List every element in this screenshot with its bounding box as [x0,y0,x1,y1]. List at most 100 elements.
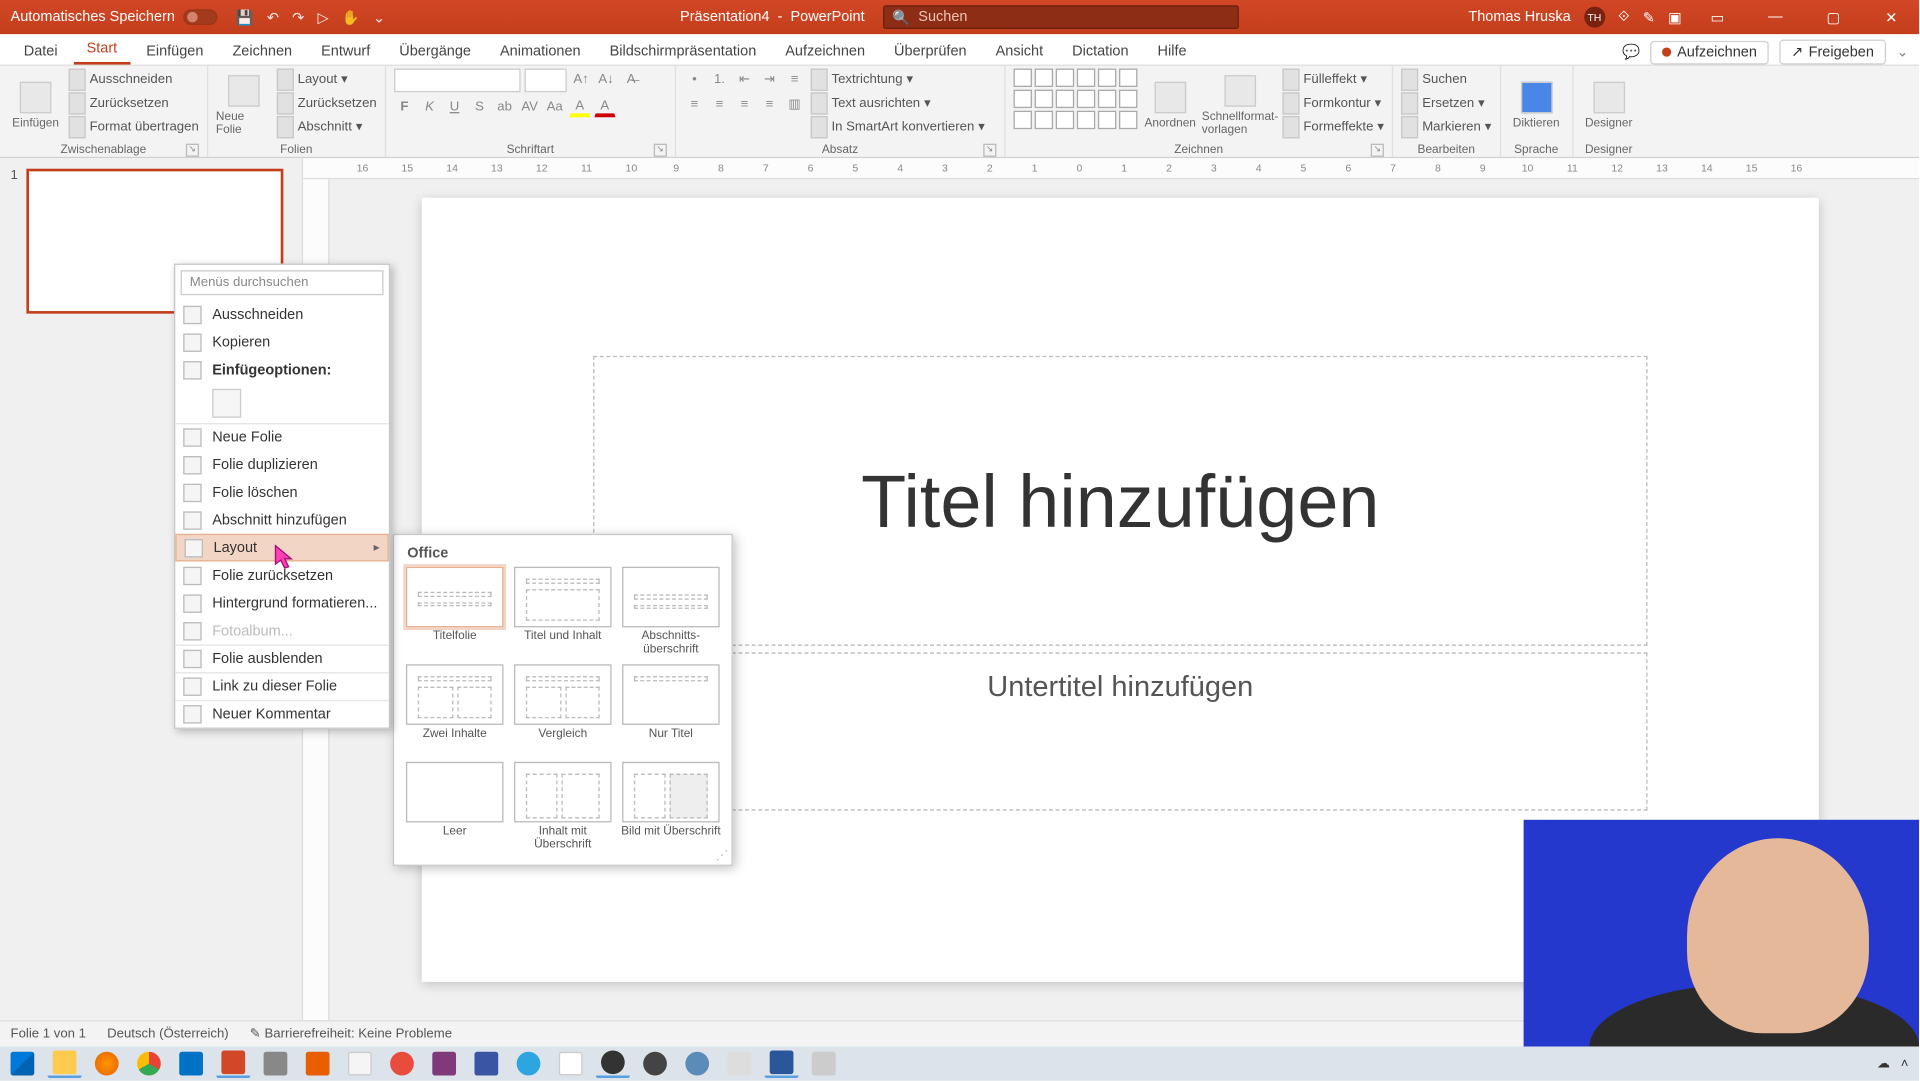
close-button[interactable]: ✕ [1869,0,1914,34]
layout-bild-ueberschrift[interactable]: Bild mit Überschrift [621,762,721,852]
start-slideshow-icon[interactable]: ▷ [317,9,328,26]
find-button[interactable]: Suchen [1401,69,1491,91]
clear-format-button[interactable]: A̶ [621,69,642,90]
align-right-button[interactable]: ≡ [734,94,755,115]
reset-button[interactable]: Zurücksetzen [69,92,199,114]
user-name[interactable]: Thomas Hruska [1468,9,1570,25]
tab-einfuegen[interactable]: Einfügen [133,38,217,64]
replace-button[interactable]: Ersetzen ▾ [1401,92,1491,114]
indent-dec-button[interactable]: ⇤ [734,69,755,90]
underline-button[interactable]: U [444,96,465,117]
tab-entwurf[interactable]: Entwurf [308,38,384,64]
ctx-hide-slide[interactable]: Folie ausblenden [175,645,389,673]
strike-button[interactable]: S [469,96,490,117]
layout-zwei-inhalte[interactable]: Zwei Inhalte [405,664,505,754]
tab-zeichnen[interactable]: Zeichnen [219,38,305,64]
layout-inhalt-ueberschrift[interactable]: Inhalt mit Überschrift [513,762,613,852]
coming-soon-icon[interactable]: ⟐ [1618,9,1629,26]
font-color-button[interactable]: A [594,96,615,117]
ctx-link-slide[interactable]: Link zu dieser Folie [175,672,389,700]
tb-app2[interactable] [343,1049,377,1078]
tb-app5[interactable] [638,1049,672,1078]
italic-button[interactable]: K [419,96,440,117]
tb-firefox[interactable] [90,1049,124,1078]
arrange-button[interactable]: Anordnen [1143,69,1198,143]
tab-dictation[interactable]: Dictation [1059,38,1142,64]
ctx-delete-slide[interactable]: Folie löschen [175,478,389,506]
user-avatar[interactable]: TH [1584,7,1605,28]
layout-abschnitt[interactable]: Abschnitts-überschrift [621,567,721,657]
tb-telegram[interactable] [511,1049,545,1078]
tab-ueberpruefen[interactable]: Überprüfen [881,38,980,64]
shadow-button[interactable]: ab [494,96,515,117]
tab-hilfe[interactable]: Hilfe [1144,38,1199,64]
paste-option-1[interactable] [212,389,241,418]
shape-outline-button[interactable]: Formkontur ▾ [1282,92,1384,114]
layout-vergleich[interactable]: Vergleich [513,664,613,754]
window-icon[interactable]: ▣ [1668,9,1682,26]
ctx-format-background[interactable]: Hintergrund formatieren... [175,589,389,617]
draw-launcher[interactable]: ↘ [1371,144,1384,157]
shrink-font-button[interactable]: A↓ [596,69,617,90]
save-icon[interactable]: 💾 [236,9,254,26]
tab-datei[interactable]: Datei [11,38,71,64]
line-spacing-button[interactable]: ≡ [784,69,805,90]
layout-leer[interactable]: Leer [405,762,505,852]
tab-animationen[interactable]: Animationen [487,38,594,64]
minimize-button[interactable]: — [1753,0,1798,34]
tab-ansicht[interactable]: Ansicht [982,38,1056,64]
case-button[interactable]: Aa [544,96,565,117]
paste-button[interactable]: Einfügen [8,69,63,143]
grow-font-button[interactable]: A↑ [571,69,592,90]
columns-button[interactable]: ▥ [784,94,805,115]
quick-styles-button[interactable]: Schnellformat-vorlagen [1203,69,1277,143]
font-name-input[interactable] [394,69,521,93]
font-launcher[interactable]: ↘ [654,144,667,157]
designer-button[interactable]: Designer [1581,69,1636,143]
spacing-button[interactable]: AV [519,96,540,117]
touch-mode-icon[interactable]: ✋ [342,9,360,26]
reset-slide-button[interactable]: Zurücksetzen [277,92,377,114]
ribbon-options-icon[interactable]: ▭ [1695,0,1740,34]
tab-bildschirm[interactable]: Bildschirmpräsentation [596,38,769,64]
qat-more-icon[interactable]: ⌄ [373,9,385,26]
align-center-button[interactable]: ≡ [709,94,730,115]
pen-icon[interactable]: ✎ [1643,9,1655,26]
maximize-button[interactable]: ▢ [1811,0,1856,34]
font-size-input[interactable] [524,69,566,93]
ctx-cut[interactable]: Ausschneiden [175,301,389,329]
tb-word[interactable] [764,1049,798,1078]
tab-start[interactable]: Start [73,36,130,65]
para-launcher[interactable]: ↘ [983,144,996,157]
ctx-copy[interactable]: Kopieren [175,328,389,356]
comments-icon[interactable]: 💬 [1622,43,1640,60]
status-slide-count[interactable]: Folie 1 von 1 [11,1027,86,1041]
tb-chrome[interactable] [132,1049,166,1078]
layout-nur-titel[interactable]: Nur Titel [621,664,721,754]
tb-app3[interactable] [385,1049,419,1078]
weather-icon[interactable]: ☁ [1877,1056,1890,1070]
clipboard-launcher[interactable]: ↘ [186,144,199,157]
highlight-button[interactable]: A [569,96,590,117]
cut-button[interactable]: Ausschneiden [69,69,199,91]
tray-caret-icon[interactable]: ˄ [1901,1056,1909,1070]
tb-powerpoint[interactable] [216,1049,250,1078]
tab-aufzeichnen[interactable]: Aufzeichnen [772,38,878,64]
title-placeholder[interactable]: Titel hinzufügen [593,356,1647,646]
align-left-button[interactable]: ≡ [684,94,705,115]
section-button[interactable]: Abschnitt ▾ [277,116,377,138]
system-tray[interactable]: ☁ ˄ [1877,1056,1914,1070]
format-painter-button[interactable]: Format übertragen [69,116,199,138]
tb-app7[interactable] [722,1049,756,1078]
indent-inc-button[interactable]: ⇥ [759,69,780,90]
tb-app1[interactable] [258,1049,292,1078]
tb-app6[interactable] [680,1049,714,1078]
start-button[interactable] [5,1049,39,1078]
select-button[interactable]: Markieren ▾ [1401,116,1491,138]
text-align-v-button[interactable]: Text ausrichten ▾ [810,92,985,114]
redo-icon[interactable]: ↷ [292,9,304,26]
tb-explorer[interactable] [47,1049,81,1078]
tb-obs[interactable] [596,1049,630,1078]
ctx-new-slide[interactable]: Neue Folie [175,423,389,451]
autosave-toggle[interactable]: Automatisches Speichern [0,9,228,25]
